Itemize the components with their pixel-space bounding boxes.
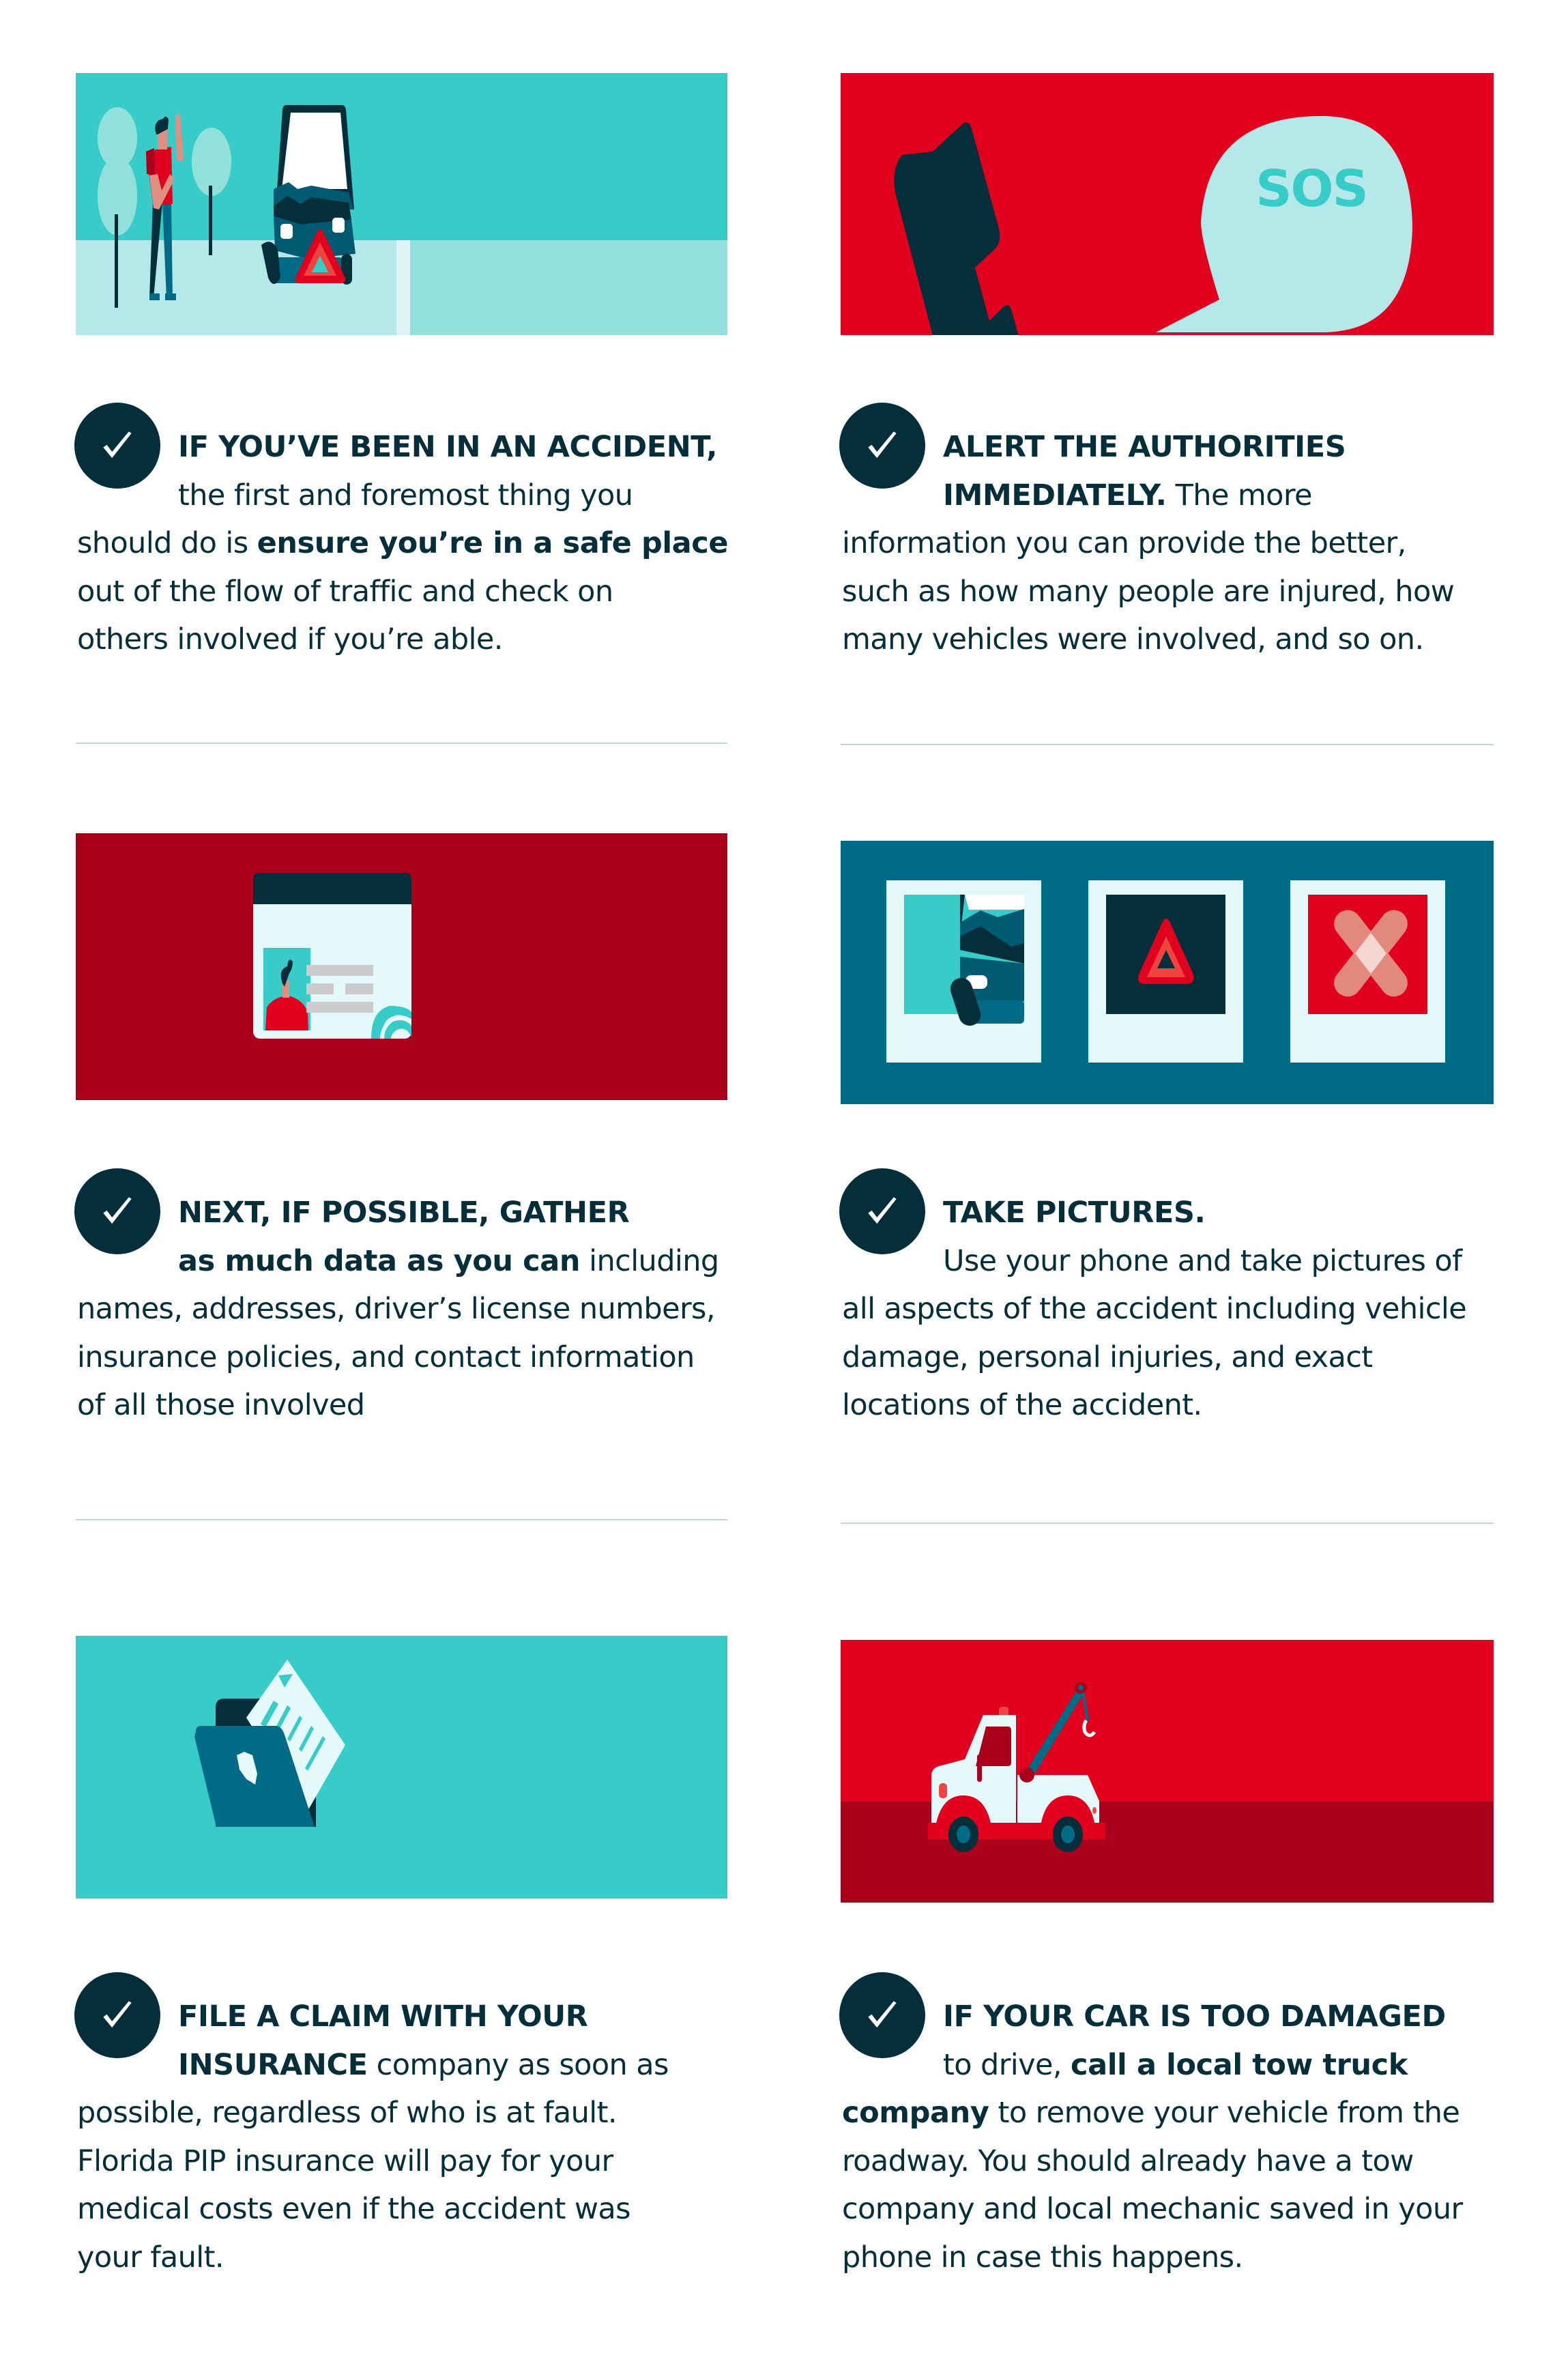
bold-text: IF YOUR CAR IS TOO DAMAGED — [943, 2000, 1446, 2034]
text-line: company to remove your vehicle from the — [842, 2089, 1463, 2137]
photo-warning-icon — [1088, 880, 1243, 1063]
bold-text: company — [842, 2096, 989, 2130]
step-text: FILE A CLAIM WITH YOUR INSURANCE company … — [77, 1993, 669, 2281]
bold-text: as much data as you can — [178, 1243, 581, 1278]
text-line: should do is ensure you’re in a safe pla… — [77, 519, 729, 568]
body-text: of all those involved — [77, 1388, 365, 1422]
text-line: medical costs even if the accident was — [77, 2185, 669, 2234]
text-line: ALERT THE AUTHORITIES — [842, 423, 1454, 472]
text-line: INSURANCE company as soon as — [77, 2041, 669, 2090]
body-text: Use your phone and take pictures of — [943, 1243, 1462, 1278]
body-text: The more — [1166, 478, 1313, 513]
bold-text: INSURANCE — [178, 2047, 368, 2082]
step-text: NEXT, IF POSSIBLE, GATHER as much data as… — [77, 1189, 719, 1430]
text-line: TAKE PICTURES. — [842, 1189, 1466, 1237]
divider — [841, 744, 1494, 745]
bold-text: ALERT THE AUTHORITIES — [943, 430, 1346, 464]
text-line: information you can provide the better, — [842, 519, 1454, 568]
body-text: phone in case this happens. — [842, 2240, 1243, 2275]
body-text: out of the flow of traffic and check on — [77, 574, 613, 609]
text-line: roadway. You should already have a tow — [842, 2137, 1463, 2186]
text-line: to drive, call a local tow truck — [842, 2041, 1463, 2090]
id-card-icon — [253, 873, 411, 1039]
body-text: Florida PIP insurance will pay for your — [77, 2143, 613, 2178]
body-text: including — [580, 1243, 719, 1278]
body-text: damage, personal injuries, and exact — [842, 1340, 1373, 1374]
body-text: medical costs even if the accident was — [77, 2192, 631, 2226]
body-text: locations of the accident. — [842, 1388, 1202, 1422]
text-line: IF YOUR CAR IS TOO DAMAGED — [842, 1993, 1463, 2041]
text-line: others involved if you’re able. — [77, 616, 728, 664]
divider — [76, 742, 727, 744]
text-line: damage, personal injuries, and exact — [842, 1333, 1466, 1382]
bold-text: IF YOU’VE BEEN IN AN ACCIDENT, — [178, 430, 718, 464]
photo-car-icon — [886, 880, 1041, 1063]
body-text: roadway. You should already have a tow — [842, 2143, 1414, 2178]
text-line: all aspects of the accident including ve… — [842, 1285, 1467, 1333]
divider — [76, 1519, 727, 1520]
body-text: company and local mechanic saved in your — [842, 2192, 1463, 2226]
text-line: IMMEDIATELY. The more — [842, 472, 1454, 520]
bold-text: ensure you’re in a safe place — [257, 526, 729, 560]
sos-label: SOS — [1255, 160, 1367, 218]
bold-text: NEXT, IF POSSIBLE, GATHER — [178, 1196, 630, 1230]
text-line: insurance policies, and contact informat… — [77, 1333, 719, 1382]
illustration-accident-scene — [76, 73, 727, 335]
illustration-tow-truck — [841, 1640, 1494, 1903]
text-line: Florida PIP insurance will pay for your — [77, 2137, 669, 2186]
bold-text: call a local tow truck — [1071, 2047, 1408, 2082]
bold-text: IMMEDIATELY. — [943, 478, 1167, 513]
step-text: TAKE PICTURES. Use your phone and take pi… — [842, 1189, 1467, 1430]
body-text: to remove your vehicle from the — [989, 2096, 1460, 2130]
text-line: of all those involved — [77, 1381, 719, 1430]
text-line: company and local mechanic saved in your — [842, 2185, 1463, 2234]
text-line: names, addresses, driver’s license numbe… — [77, 1285, 719, 1333]
body-text: others involved if you’re able. — [77, 622, 503, 656]
bold-text: FILE A CLAIM WITH YOUR — [178, 2000, 588, 2034]
text-line: your fault. — [77, 2234, 669, 2282]
photo-bandage-icon — [1290, 880, 1445, 1063]
text-line: locations of the accident. — [842, 1381, 1466, 1430]
text-line: the first and foremost thing you — [77, 472, 728, 520]
body-text: insurance policies, and contact informat… — [77, 1340, 695, 1374]
step-text: IF YOU’VE BEEN IN AN ACCIDENT, the first … — [77, 423, 729, 664]
step-text: IF YOUR CAR IS TOO DAMAGED to drive, call… — [842, 1993, 1463, 2281]
body-text: such as how many people are injured, how — [842, 574, 1455, 609]
body-text: possible, regardless of who is at fault. — [77, 2096, 618, 2130]
body-text: to drive, — [943, 2047, 1071, 2082]
text-line: NEXT, IF POSSIBLE, GATHER — [77, 1189, 719, 1237]
text-line: many vehicles were involved, and so on. — [842, 616, 1454, 664]
text-line: out of the flow of traffic and check on — [77, 568, 728, 616]
text-line: FILE A CLAIM WITH YOUR — [77, 1993, 669, 2041]
illustration-drivers-license — [76, 833, 727, 1100]
body-text: information you can provide the better, — [842, 526, 1406, 560]
body-text: names, addresses, driver’s license numbe… — [77, 1292, 716, 1326]
divider — [841, 1522, 1494, 1524]
step-text: ALERT THE AUTHORITIES IMMEDIATELY. The mo… — [842, 423, 1455, 664]
body-text: the first and foremost thing you — [178, 478, 633, 513]
text-line: as much data as you can including — [77, 1237, 719, 1286]
body-text: should do is — [77, 526, 257, 560]
text-line: possible, regardless of who is at fault. — [77, 2089, 669, 2137]
body-text: your fault. — [77, 2240, 224, 2275]
illustration-three-photos — [841, 841, 1494, 1104]
body-text: many vehicles were involved, and so on. — [842, 622, 1424, 656]
text-line: IF YOU’VE BEEN IN AN ACCIDENT, — [77, 423, 728, 472]
illustration-phone-sos: SOS — [841, 73, 1494, 335]
body-text: company as soon as — [367, 2047, 669, 2082]
text-line: such as how many people are injured, how — [842, 568, 1455, 616]
illustration-folder-document — [76, 1636, 727, 1899]
text-line: phone in case this happens. — [842, 2234, 1463, 2282]
bold-text: TAKE PICTURES. — [943, 1196, 1206, 1230]
text-line: Use your phone and take pictures of — [842, 1237, 1466, 1286]
body-text: all aspects of the accident including ve… — [842, 1292, 1467, 1326]
